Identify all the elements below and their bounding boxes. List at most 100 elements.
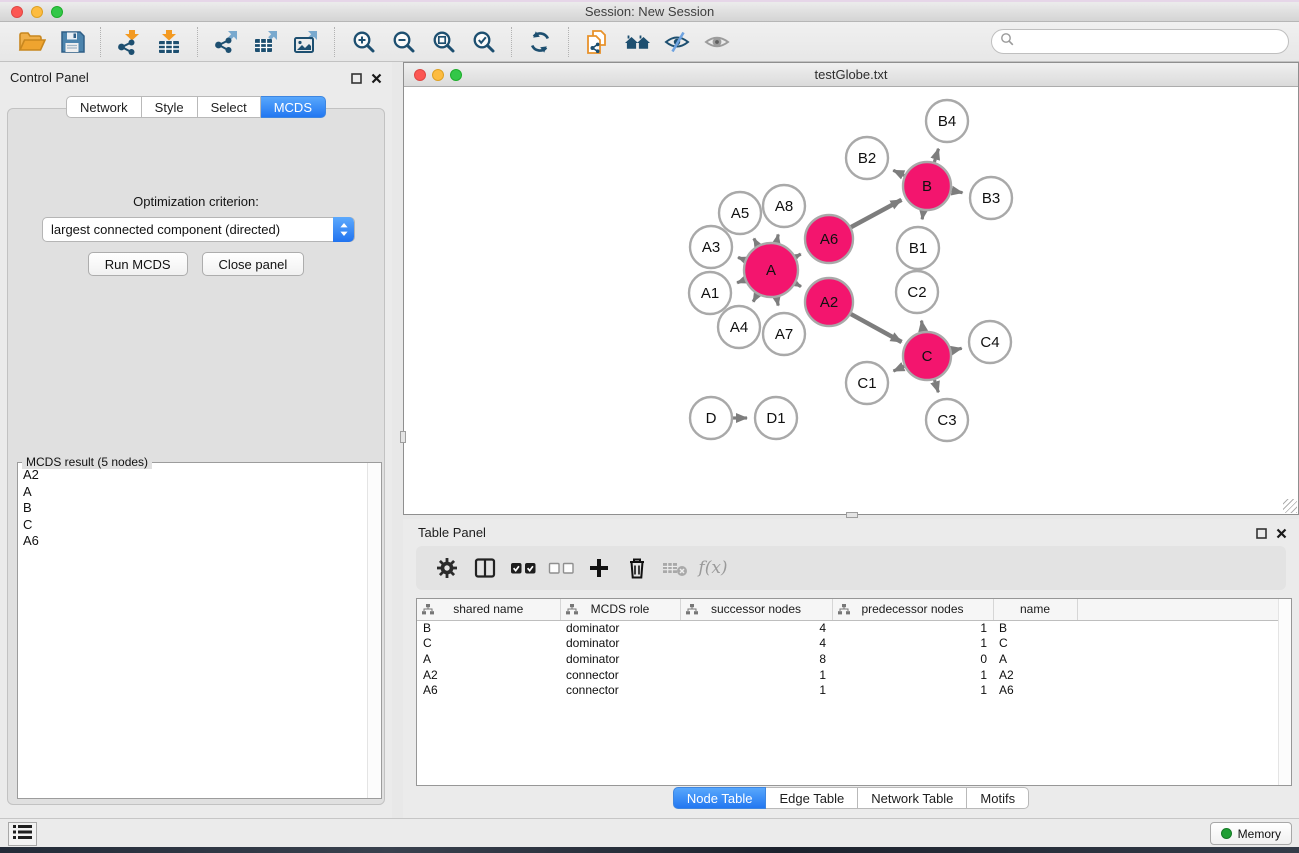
- import-network-icon[interactable]: [112, 27, 146, 57]
- graph-node-B4[interactable]: B4: [926, 100, 968, 142]
- graph-node-A7[interactable]: A7: [763, 313, 805, 355]
- apply-layout-icon[interactable]: [523, 27, 557, 57]
- graph-node-A5[interactable]: A5: [719, 192, 761, 234]
- float-panel-icon[interactable]: [351, 71, 362, 89]
- graph-node-C3[interactable]: C3: [926, 399, 968, 441]
- run-mcds-button[interactable]: Run MCDS: [88, 252, 188, 276]
- zoom-out-icon[interactable]: [386, 27, 420, 57]
- graph-node-B2[interactable]: B2: [846, 137, 888, 179]
- graph-edge-A2-C[interactable]: [851, 314, 902, 342]
- column-header[interactable]: name: [993, 599, 1077, 620]
- close-table-panel-icon[interactable]: [1276, 526, 1287, 544]
- table-scrollbar[interactable]: [1278, 599, 1291, 785]
- save-session-icon[interactable]: [55, 27, 89, 57]
- table-row[interactable]: A6connector11A6: [417, 682, 1291, 698]
- deselect-all-icon[interactable]: [546, 553, 576, 583]
- graph-node-C[interactable]: C: [903, 332, 951, 380]
- graph-edge-B-B4[interactable]: [934, 149, 938, 162]
- clone-network-icon[interactable]: [580, 27, 614, 57]
- close-panel-button[interactable]: Close panel: [202, 252, 305, 276]
- select-all-icon[interactable]: [508, 553, 538, 583]
- tab-edge-table[interactable]: Edge Table: [766, 787, 858, 809]
- settings-gear-icon[interactable]: [432, 553, 462, 583]
- graph-edge-C-C1[interactable]: [893, 366, 904, 371]
- eye-icon[interactable]: [700, 27, 734, 57]
- open-session-icon[interactable]: [15, 27, 49, 57]
- memory-button[interactable]: Memory: [1210, 822, 1292, 845]
- table-row[interactable]: Adominator80A: [417, 651, 1291, 667]
- graph-node-A1[interactable]: A1: [689, 272, 731, 314]
- float-table-panel-icon[interactable]: [1256, 526, 1267, 544]
- graph-edge-C-C3[interactable]: [934, 380, 938, 392]
- graph-node-A[interactable]: A: [744, 243, 798, 297]
- table-row[interactable]: Bdominator41B: [417, 620, 1291, 636]
- mcds-result-item[interactable]: A: [18, 484, 366, 501]
- graph-node-B1[interactable]: B1: [897, 227, 939, 269]
- graph-edge-A-A1[interactable]: [737, 280, 745, 283]
- column-header[interactable]: successor nodes: [680, 599, 832, 620]
- criterion-select[interactable]: largest connected component (directed): [42, 217, 355, 242]
- export-image-icon[interactable]: [289, 27, 323, 57]
- graph-node-D[interactable]: D: [690, 397, 732, 439]
- tab-network-table[interactable]: Network Table: [858, 787, 967, 809]
- graph-edge-B-B1[interactable]: [922, 211, 923, 220]
- graph-edge-A-A2[interactable]: [796, 284, 801, 287]
- mcds-result-item[interactable]: C: [18, 517, 366, 534]
- zoom-selected-icon[interactable]: [466, 27, 500, 57]
- tab-select[interactable]: Select: [198, 96, 261, 118]
- graph-node-A6[interactable]: A6: [805, 215, 853, 263]
- left-resize-handle[interactable]: [400, 431, 406, 443]
- main-titlebar[interactable]: Session: New Session: [0, 0, 1299, 22]
- add-column-icon[interactable]: [584, 553, 614, 583]
- tab-motifs[interactable]: Motifs: [967, 787, 1029, 809]
- mcds-result-scrollbar[interactable]: [367, 463, 381, 798]
- graph-edge-B-B3[interactable]: [952, 191, 963, 193]
- home-icon[interactable]: [620, 27, 654, 57]
- task-history-button[interactable]: [8, 822, 37, 846]
- graph-node-B3[interactable]: B3: [970, 177, 1012, 219]
- show-columns-icon[interactable]: [470, 553, 500, 583]
- tab-network[interactable]: Network: [66, 96, 142, 118]
- zoom-in-icon[interactable]: [346, 27, 380, 57]
- graph-node-A8[interactable]: A8: [763, 185, 805, 227]
- graph-edge-A-A7[interactable]: [777, 297, 779, 305]
- mcds-result-item[interactable]: A6: [18, 533, 366, 550]
- graph-node-A3[interactable]: A3: [690, 226, 732, 268]
- graph-edge-A-A5[interactable]: [754, 238, 758, 245]
- network-canvas[interactable]: B4 B2 B B3 A5A8A6 A3 B1 A A1 A2 C2 A4A7 C C4 C1 C3 D D1: [404, 87, 1298, 514]
- tab-node-table[interactable]: Node Table: [673, 787, 767, 809]
- tab-style[interactable]: Style: [142, 96, 198, 118]
- mcds-result-item[interactable]: A2: [18, 467, 366, 484]
- bottom-resize-handle[interactable]: [846, 512, 858, 518]
- graph-edge-A-A3[interactable]: [738, 257, 745, 260]
- select-stepper-icon[interactable]: [333, 217, 354, 242]
- graph-node-C1[interactable]: C1: [846, 362, 888, 404]
- window-resize-grip[interactable]: [1283, 499, 1297, 513]
- zoom-fit-icon[interactable]: [426, 27, 460, 57]
- mcds-result-item[interactable]: B: [18, 500, 366, 517]
- graph-edge-A-A6[interactable]: [796, 254, 801, 257]
- export-table-icon[interactable]: [249, 27, 283, 57]
- delete-column-icon[interactable]: [622, 553, 652, 583]
- table-row[interactable]: Cdominator41C: [417, 636, 1291, 652]
- column-header[interactable]: predecessor nodes: [832, 599, 993, 620]
- graph-edge-C-C2[interactable]: [921, 321, 923, 332]
- show-hide-graphics-icon[interactable]: [660, 27, 694, 57]
- graph-node-C2[interactable]: C2: [896, 271, 938, 313]
- graph-node-C4[interactable]: C4: [969, 321, 1011, 363]
- graph-node-A2[interactable]: A2: [805, 278, 853, 326]
- graph-node-A4[interactable]: A4: [718, 306, 760, 348]
- import-table-icon[interactable]: [152, 27, 186, 57]
- graph-edge-B-B2[interactable]: [893, 170, 904, 175]
- tab-mcds[interactable]: MCDS: [261, 96, 326, 118]
- graph-edge-A-A8[interactable]: [777, 234, 779, 242]
- column-header[interactable]: MCDS role: [560, 599, 680, 620]
- export-network-icon[interactable]: [209, 27, 243, 57]
- network-window-titlebar[interactable]: testGlobe.txt: [404, 63, 1298, 87]
- close-panel-icon[interactable]: [371, 71, 382, 89]
- graph-edge-A6-B[interactable]: [851, 200, 902, 227]
- graph-node-D1[interactable]: D1: [755, 397, 797, 439]
- graph-node-B[interactable]: B: [903, 162, 951, 210]
- graph-edge-C-C4[interactable]: [951, 348, 961, 350]
- table-header-row[interactable]: shared nameMCDS rolesuccessor nodesprede…: [417, 599, 1291, 620]
